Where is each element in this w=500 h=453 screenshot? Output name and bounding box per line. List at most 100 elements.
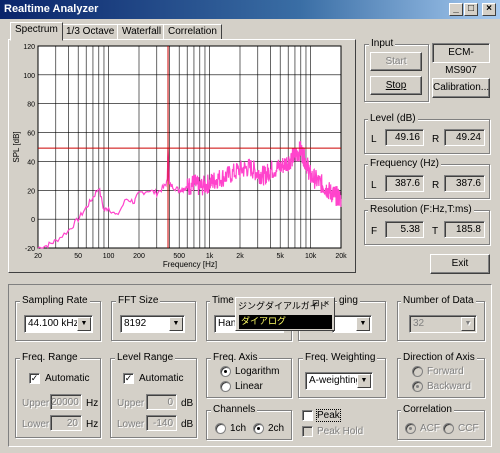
direction-of-axis-label: Direction of Axis	[401, 352, 477, 363]
close-button[interactable]: ×	[482, 3, 496, 16]
y-tick-label: -20	[25, 246, 35, 253]
correlation-label: Correlation	[401, 404, 454, 415]
level-l-value: 49.16	[385, 129, 424, 146]
number-of-data-label: Number of Data	[401, 295, 476, 306]
direction-forward-radio[interactable]	[412, 366, 423, 377]
level-lower-input[interactable]: -140	[146, 415, 177, 431]
freq-weighting-select[interactable]: A-weighting ▼	[305, 372, 373, 390]
averaging-select[interactable]: ▼	[332, 315, 372, 333]
x-tick-label: 20k	[335, 253, 347, 260]
level-lower-label: Lower	[117, 419, 145, 430]
exit-button[interactable]: Exit	[430, 254, 490, 274]
y-tick-label: 100	[23, 73, 35, 80]
peak-hold-label: Peak Hold	[317, 426, 364, 437]
input-group-label: Input	[369, 38, 396, 49]
fft-size-label: FFT Size	[116, 295, 161, 306]
level-upper-input[interactable]: 0	[146, 394, 177, 410]
stop-button[interactable]: Stop	[370, 76, 422, 95]
level-range-automatic-label: Automatic	[139, 373, 184, 384]
x-tick-label: 50	[74, 253, 82, 260]
x-tick-label: 200	[133, 253, 145, 260]
correlation-acf-label: ACF	[420, 423, 440, 434]
channels-label: Channels	[211, 404, 258, 415]
freq-axis-label: Freq. Axis	[211, 352, 260, 363]
freq-upper-label: Upper	[22, 398, 50, 409]
freq-weighting-label: Freq. Weighting	[303, 352, 378, 363]
chevron-down-icon: ▼	[461, 317, 475, 331]
chevron-down-icon: ▼	[169, 317, 183, 331]
freq-lower-label: Lower	[22, 419, 50, 430]
correlation-acf-radio[interactable]	[405, 423, 416, 434]
tab-spectrum[interactable]: Spectrum	[10, 22, 63, 41]
start-button[interactable]: Start	[370, 52, 422, 71]
y-tick-label: 0	[31, 217, 35, 224]
tab-third-octave[interactable]: 1/3 Octave	[61, 24, 120, 40]
level-l-label: L	[371, 134, 377, 145]
peak-label: Peak	[316, 409, 341, 422]
frequency-l-label: L	[371, 180, 377, 191]
ime-menu-icon[interactable]: ⊟	[312, 298, 320, 309]
minimize-icon: _	[453, 3, 459, 14]
peak-checkbox[interactable]	[302, 410, 313, 421]
x-tick-label: 100	[103, 253, 115, 260]
ime-dialog[interactable]: ジングダイアルガイド ⊟ × ダイアログ	[235, 297, 335, 331]
resolution-f-value: 5.38	[385, 221, 424, 238]
sampling-rate-select[interactable]: 44.100 kHz ▼	[24, 315, 93, 333]
ime-close-icon[interactable]: ×	[324, 298, 329, 308]
y-tick-label: 20	[27, 188, 35, 195]
freq-upper-unit: Hz	[86, 398, 99, 409]
level-r-label: R	[432, 134, 440, 145]
channels-2ch-radio[interactable]	[253, 423, 264, 434]
device-name-field: ECM-MS907	[432, 43, 490, 76]
frequency-l-value: 387.6	[385, 175, 424, 192]
title-bar[interactable]: Realtime Analyzer _ □ ×	[0, 0, 500, 19]
channels-1ch-label: 1ch	[230, 423, 247, 434]
freq-upper-input[interactable]: 20000	[50, 394, 82, 410]
freq-lower-unit: Hz	[86, 419, 99, 430]
freq-range-automatic-label: Automatic	[45, 373, 90, 384]
tab-correlation[interactable]: Correlation	[163, 24, 222, 40]
correlation-ccf-radio[interactable]	[443, 423, 454, 434]
peak-hold-checkbox[interactable]	[302, 426, 313, 437]
resolution-t-value: 185.8	[444, 221, 485, 238]
tab-waterfall[interactable]: Waterfall	[117, 24, 167, 40]
x-tick-label: 20	[34, 253, 42, 260]
x-tick-label: 5k	[276, 253, 284, 260]
direction-forward-label: Forward	[427, 366, 464, 377]
close-icon: ×	[486, 3, 492, 14]
level-range-label: Level Range	[115, 352, 176, 363]
level-group-label: Level (dB)	[368, 113, 418, 124]
x-axis-label: Frequency [Hz]	[163, 260, 217, 269]
channels-2ch-label: 2ch	[268, 423, 285, 434]
freq-axis-group	[206, 358, 292, 398]
ime-text-field[interactable]: ダイアログ	[239, 315, 332, 329]
direction-backward-radio[interactable]	[412, 381, 423, 392]
level-lower-unit: dB	[181, 419, 194, 430]
time-window-label: Time	[210, 295, 236, 306]
freq-lower-input[interactable]: 20	[50, 415, 82, 431]
window-title: Realtime Analyzer	[4, 3, 99, 15]
level-range-automatic-checkbox[interactable]: ✓	[123, 373, 134, 384]
y-tick-label: 120	[23, 44, 35, 51]
frequency-r-value: 387.6	[444, 175, 485, 192]
level-r-value: 49.24	[444, 129, 485, 146]
freq-range-label: Freq. Range	[20, 352, 80, 363]
chevron-down-icon: ▼	[77, 317, 91, 331]
channels-1ch-radio[interactable]	[215, 423, 226, 434]
averaging-label: ging	[337, 295, 360, 306]
x-tick-label: 2k	[236, 253, 244, 260]
minimize-button[interactable]: _	[449, 3, 463, 16]
plot-area	[37, 45, 342, 249]
calibration-button[interactable]: Calibration...	[432, 78, 490, 98]
freq-axis-logarithm-label: Logarithm	[235, 366, 280, 377]
freq-range-automatic-checkbox[interactable]: ✓	[29, 373, 40, 384]
maximize-button[interactable]: □	[464, 3, 478, 16]
freq-axis-linear-radio[interactable]	[220, 381, 231, 392]
sampling-rate-label: Sampling Rate	[20, 295, 90, 306]
y-axis-label: SPL [dB]	[12, 131, 21, 162]
spectrum-chart: -20 0 20 40 60 80 100 120 20 50 100 200 500 1k 2k 5k 10k…	[12, 44, 347, 269]
fft-size-select[interactable]: 8192 ▼	[120, 315, 185, 333]
number-of-data-select[interactable]: 32 ▼	[409, 315, 477, 333]
y-tick-label: 60	[27, 131, 35, 138]
freq-axis-logarithm-radio[interactable]	[220, 366, 231, 377]
